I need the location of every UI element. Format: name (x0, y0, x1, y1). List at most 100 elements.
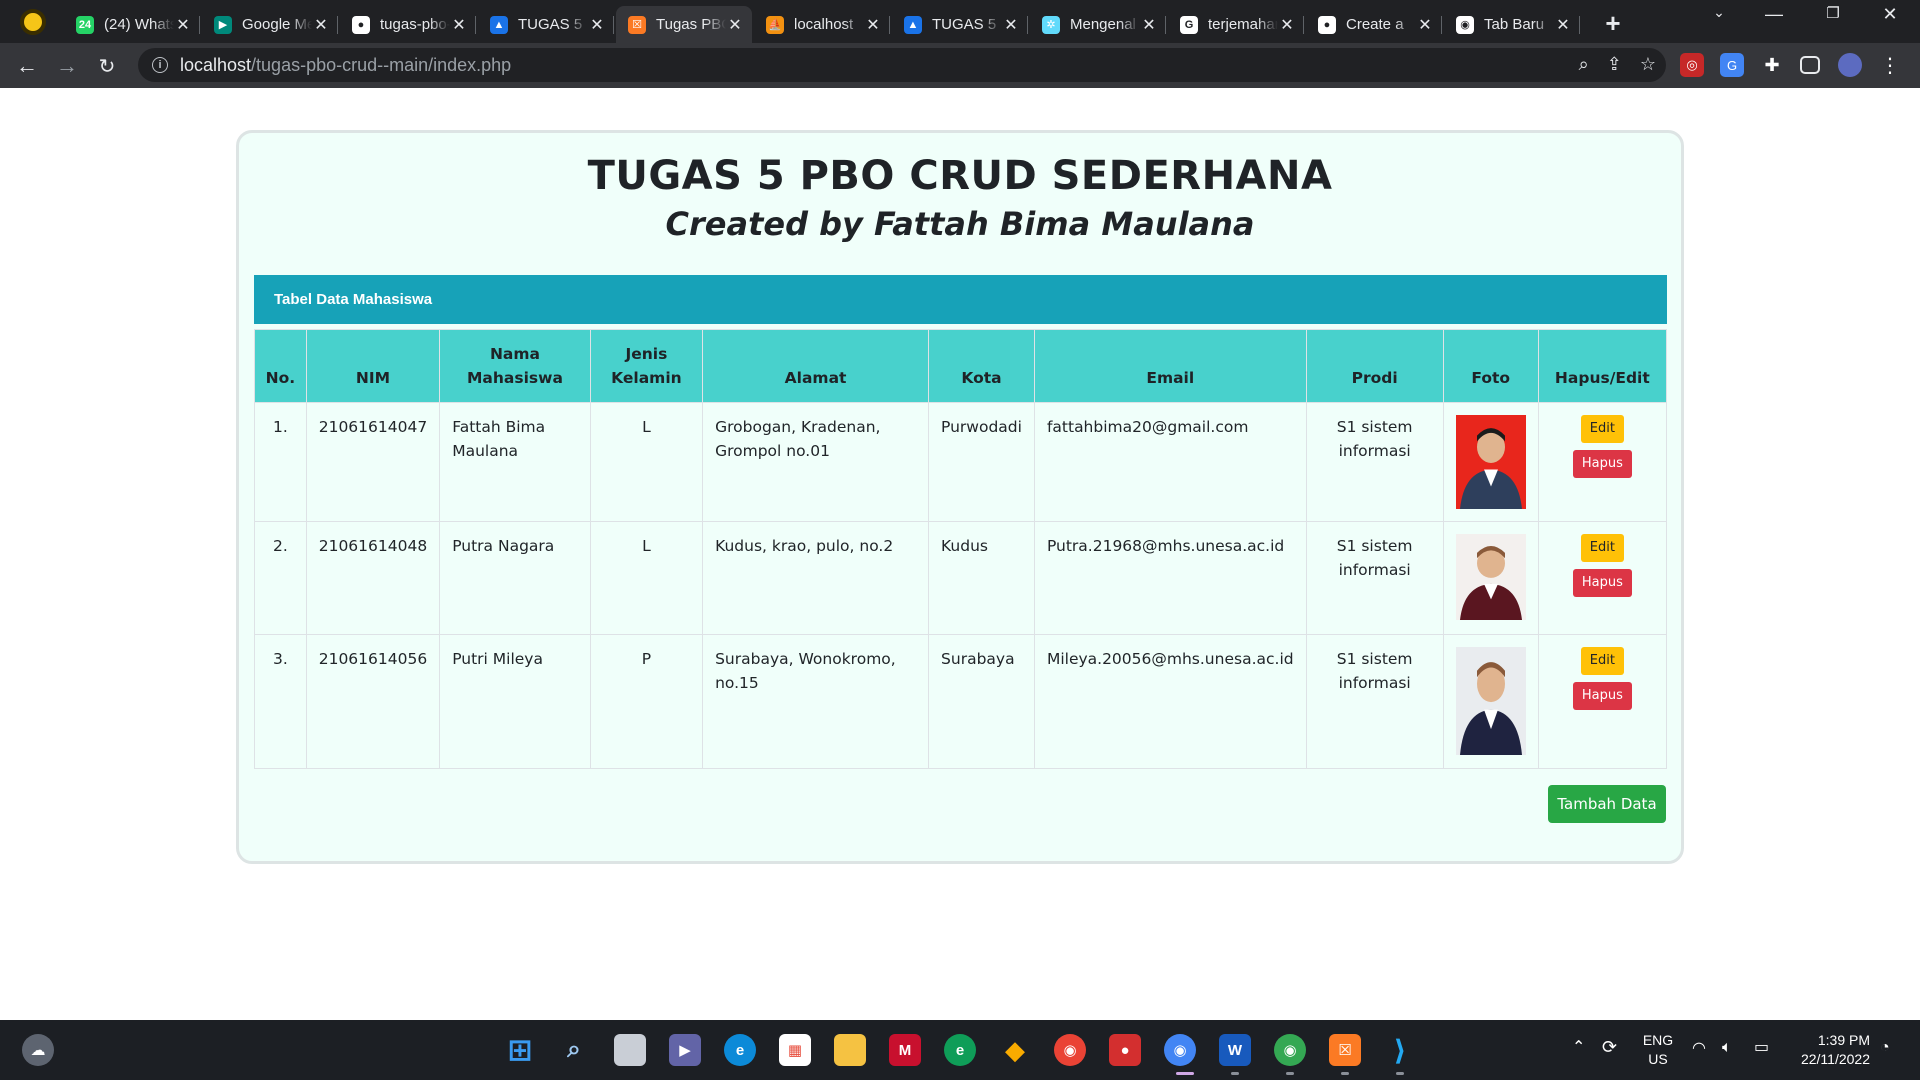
xampp-icon: ☒ (628, 15, 646, 34)
clock[interactable]: 1:39 PM 22/11/2022 (1786, 1031, 1870, 1069)
reload-icon[interactable]: ↻ (90, 49, 124, 83)
chrome-profile-icon[interactable] (20, 9, 46, 35)
edge-icon[interactable]: e (724, 1034, 756, 1066)
xampp-icon[interactable]: ☒ (1329, 1034, 1361, 1066)
restore-button[interactable]: ❐ (1810, 4, 1856, 22)
browser-tab[interactable]: ☒ Tugas PBO ✕ (616, 6, 752, 43)
windows-taskbar: ☁ ⊞ ⌕ ▶ e ▦ M e ◆ ◉ ● ◉ W ◉ ☒ ⟩ ⌃ ⟳ ENG … (0, 1020, 1920, 1080)
tab-search-icon[interactable]: ⌄ (1696, 4, 1742, 21)
tab-close-icon[interactable]: ✕ (174, 15, 192, 35)
table-row: 3. 21061614056 Putri Mileya P Surabaya, Wono… (254, 634, 1668, 769)
browser-tab[interactable]: ▶ Google Meet✕ (202, 6, 338, 43)
address-bar[interactable]: i localhost/tugas-pbo-crud--main/index.p… (138, 48, 1666, 82)
site-info-icon[interactable]: i (152, 57, 168, 73)
delete-button[interactable]: Hapus (1572, 450, 1632, 478)
close-window-button[interactable]: ✕ (1867, 4, 1913, 25)
tab-close-icon[interactable]: ✕ (588, 15, 606, 35)
chrome-canary-icon[interactable]: ◉ (1164, 1034, 1196, 1066)
student-photo (1455, 415, 1526, 509)
weather-widget-icon[interactable]: ☁ (22, 1034, 54, 1066)
cell-nim: 21061614047 (305, 402, 441, 522)
file-explorer-icon[interactable] (834, 1034, 866, 1066)
new-tab-button[interactable]: + (1598, 8, 1628, 39)
delete-button[interactable]: Hapus (1572, 569, 1632, 597)
notification-icon[interactable]: ◔ (1880, 1038, 1890, 1057)
wifi-icon[interactable]: ◠ (1692, 1039, 1706, 1058)
microsoft-store-icon[interactable]: ▦ (779, 1034, 811, 1066)
col-header-no: No. (254, 329, 307, 403)
teams-chat-icon[interactable]: ▶ (669, 1034, 701, 1066)
tab-title: terjemahan (1208, 16, 1278, 33)
bookmark-star-icon[interactable]: ☆ (1640, 54, 1656, 75)
extension-red-icon[interactable]: ◎ (1680, 53, 1704, 77)
col-header-nim: NIM (305, 329, 441, 403)
back-arrow-icon[interactable]: ← (10, 49, 44, 83)
browser-tab[interactable]: ● Create a ✕ (1306, 6, 1442, 43)
browser-tab[interactable]: ⛵ localhost ✕ (754, 6, 890, 43)
mcafee-icon[interactable]: M (889, 1034, 921, 1066)
task-view-icon[interactable] (614, 1034, 646, 1066)
chrome-menu-icon[interactable]: ⋮ (1878, 53, 1902, 77)
tab-close-icon[interactable]: ✕ (1278, 15, 1296, 35)
sync-icon[interactable]: ⟳ (1602, 1038, 1617, 1057)
table-caption: Tabel Data Mahasiswa (274, 291, 433, 308)
add-data-button[interactable]: Tambah Data (1548, 785, 1666, 823)
delete-button[interactable]: Hapus (1572, 682, 1632, 710)
edge-dev-icon[interactable]: e (944, 1034, 976, 1066)
cell-alamat: Kudus, krao, pulo, no.2 (702, 521, 930, 635)
tab-close-icon[interactable]: ✕ (450, 15, 468, 35)
tab-close-icon[interactable]: ✕ (1140, 15, 1158, 35)
col-header-jenis-kelamin: Jenis Kelamin (589, 329, 704, 403)
cell-kota: Purwodadi (928, 402, 1035, 522)
show-hidden-icons-chevron[interactable]: ⌃ (1572, 1038, 1585, 1057)
cell-no: 3. (254, 634, 307, 769)
cell-actions: Edit Hapus (1537, 521, 1668, 635)
chrome-profile-2-icon[interactable]: ◉ (1274, 1034, 1306, 1066)
cell-no: 1. (254, 402, 307, 522)
browser-tab[interactable]: 24 (24) WhatsApp✕ (64, 6, 200, 43)
browser-tab[interactable]: ✲ Mengenal ✕ (1030, 6, 1166, 43)
screen-recorder-icon[interactable]: ● (1109, 1034, 1141, 1066)
side-panel-icon[interactable] (1800, 56, 1820, 74)
search-icon[interactable]: ⌕ (558, 1034, 590, 1066)
edit-button[interactable]: Edit (1580, 647, 1624, 675)
extensions-puzzle-icon[interactable]: ✚ (1760, 53, 1784, 77)
browser-tab[interactable]: ▲ TUGAS 5 ✕ (892, 6, 1028, 43)
tab-close-icon[interactable]: ✕ (726, 15, 744, 35)
share-icon[interactable]: ⇪ (1607, 54, 1622, 75)
browser-tab[interactable]: ▲ TUGAS 5 ✕ (478, 6, 614, 43)
vscode-icon[interactable]: ⟩ (1384, 1034, 1416, 1066)
tab-close-icon[interactable]: ✕ (1416, 15, 1434, 35)
minimize-button[interactable]: — (1751, 4, 1797, 25)
browser-tab[interactable]: ● tugas-pbo-crud✕ (340, 6, 476, 43)
chrome-icon[interactable]: ◉ (1054, 1034, 1086, 1066)
running-indicator (1176, 1072, 1194, 1075)
volume-icon[interactable]: 🔈︎ (1722, 1038, 1732, 1057)
profile-avatar-icon[interactable] (1838, 53, 1862, 77)
browser-tab[interactable]: ◉ Tab Baru ✕ (1444, 6, 1580, 43)
google-classroom-icon: ▲ (904, 15, 922, 34)
language-indicator[interactable]: ENG US (1636, 1031, 1680, 1069)
tab-close-icon[interactable]: ✕ (864, 15, 882, 35)
cell-alamat: Grobogan, Kradenan, Grompol no.01 (702, 402, 930, 522)
tab-close-icon[interactable]: ✕ (312, 15, 330, 35)
edit-button[interactable]: Edit (1580, 534, 1624, 562)
tab-close-icon[interactable]: ✕ (1002, 15, 1020, 35)
browser-tab[interactable]: Gterjemahan ✕ (1168, 6, 1304, 43)
person-silhouette-icon (1459, 546, 1522, 620)
forward-arrow-icon[interactable]: → (50, 49, 84, 83)
battery-icon[interactable]: ▭ (1754, 1038, 1769, 1057)
word-icon[interactable]: W (1219, 1034, 1251, 1066)
windows-start-icon[interactable]: ⊞ (504, 1034, 536, 1067)
tab-close-icon[interactable]: ✕ (1554, 15, 1572, 35)
tab-title: Google Meet (242, 16, 312, 33)
git-tool-icon[interactable]: ◆ (999, 1034, 1031, 1066)
google-translate-icon[interactable]: G (1720, 53, 1744, 77)
tab-title: (24) WhatsApp (104, 16, 174, 33)
cell-jenis-kelamin: P (589, 634, 704, 769)
edit-button[interactable]: Edit (1580, 415, 1624, 443)
tab-title: Tab Baru (1484, 16, 1545, 33)
zoom-icon[interactable]: ⌕ (1579, 54, 1589, 75)
url-host: localhost (180, 54, 252, 75)
col-header-prodi: Prodi (1305, 329, 1444, 403)
